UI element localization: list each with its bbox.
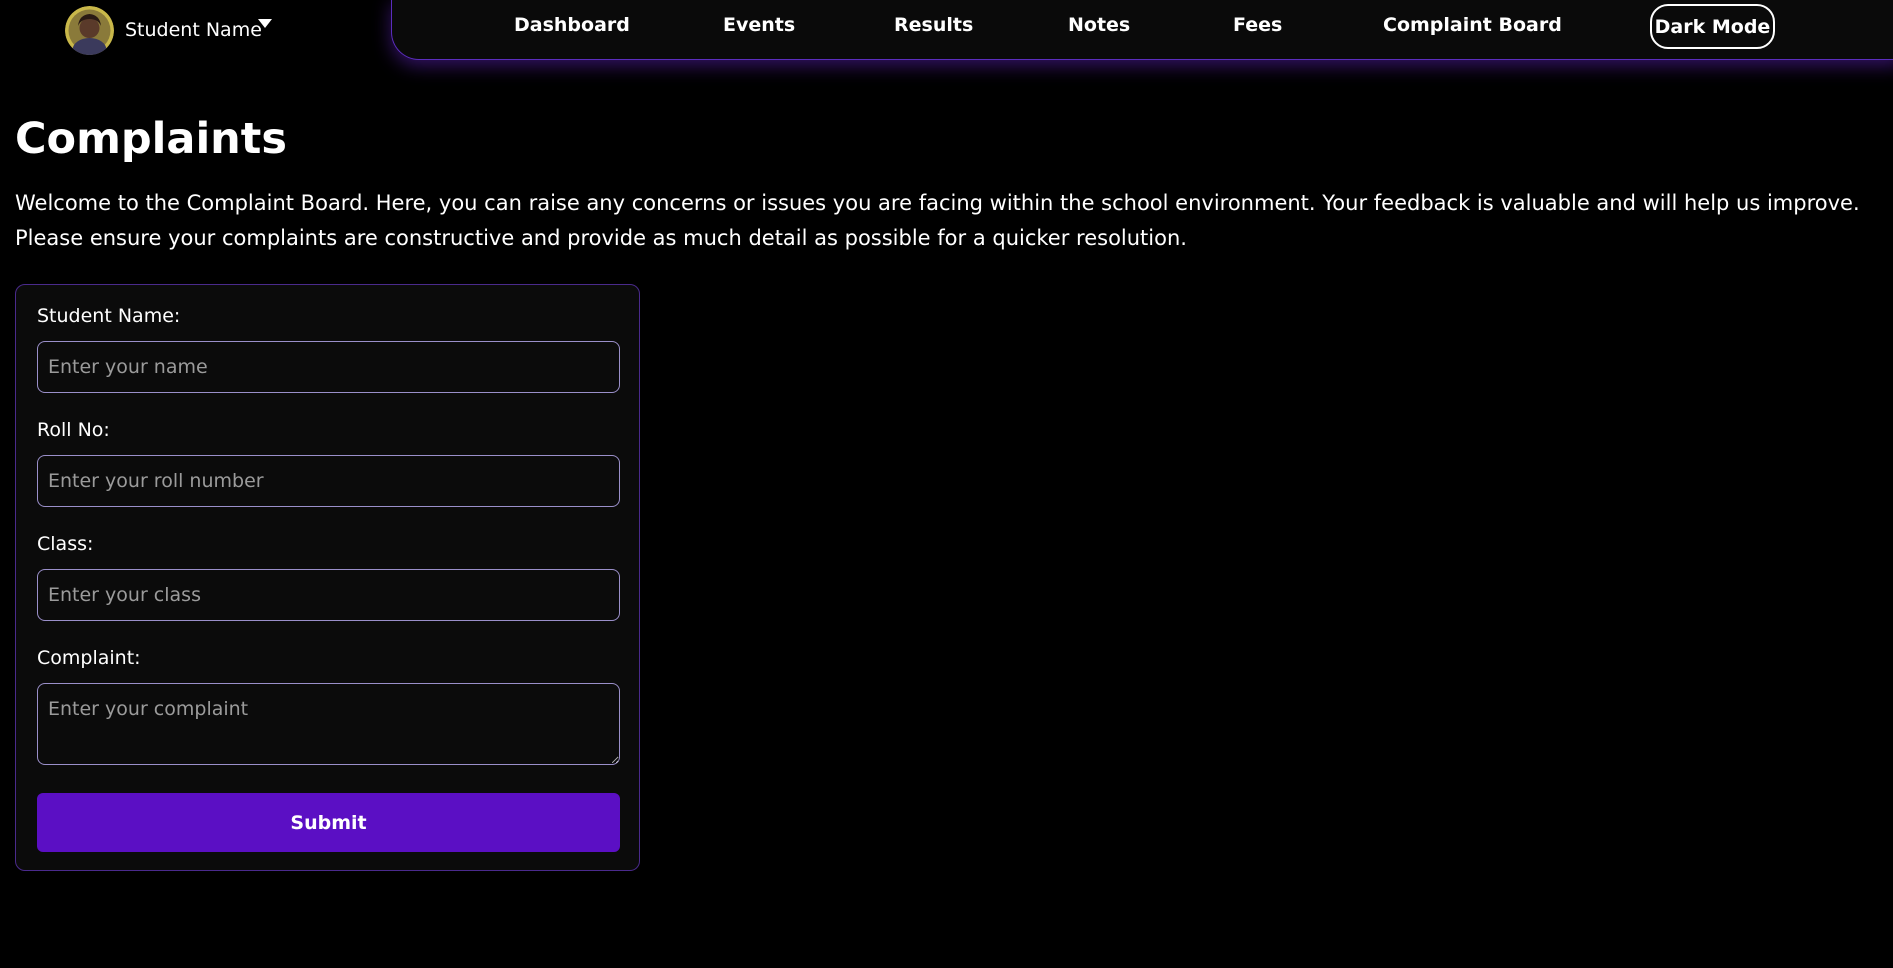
intro-text: Welcome to the Complaint Board. Here, yo… — [15, 191, 1860, 250]
nav-events[interactable]: Events — [723, 14, 795, 36]
student-avatar-icon — [65, 5, 114, 55]
student-name-input[interactable] — [37, 341, 620, 393]
nav-fees[interactable]: Fees — [1233, 14, 1282, 36]
complaint-form: Student Name: Roll No: Class: Complaint:… — [15, 284, 640, 871]
caret-down-icon[interactable] — [258, 19, 272, 28]
profile-name: Student Name — [125, 19, 262, 41]
dark-mode-button[interactable]: Dark Mode — [1650, 4, 1775, 49]
nav-dashboard[interactable]: Dashboard — [514, 14, 630, 36]
nav-complaint-board[interactable]: Complaint Board — [1383, 14, 1562, 36]
class-input[interactable] — [37, 569, 620, 621]
profile-menu[interactable]: Student Name — [65, 5, 262, 55]
class-label: Class: — [37, 533, 94, 555]
top-navbar: Dashboard Events Results Notes Fees Comp… — [391, 0, 1893, 60]
nav-results[interactable]: Results — [894, 14, 973, 36]
page-title: Complaints — [15, 114, 287, 164]
roll-no-input[interactable] — [37, 455, 620, 507]
submit-button[interactable]: Submit — [37, 793, 620, 852]
roll-no-label: Roll No: — [37, 419, 110, 441]
nav-notes[interactable]: Notes — [1068, 14, 1130, 36]
complaint-label: Complaint: — [37, 647, 141, 669]
complaint-textarea[interactable] — [37, 683, 620, 765]
student-name-label: Student Name: — [37, 305, 181, 327]
